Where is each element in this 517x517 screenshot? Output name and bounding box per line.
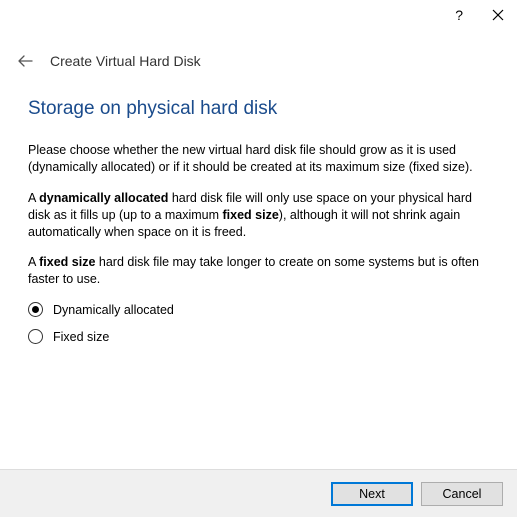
radio-group: Dynamically allocated Fixed size bbox=[28, 302, 489, 344]
intro-paragraph: Please choose whether the new virtual ha… bbox=[28, 142, 489, 176]
radio-label: Fixed size bbox=[53, 330, 109, 344]
close-icon[interactable] bbox=[491, 8, 505, 22]
header-row: Create Virtual Hard Disk bbox=[0, 30, 517, 80]
radio-fixed-size[interactable]: Fixed size bbox=[28, 329, 489, 344]
dynamic-paragraph: A dynamically allocated hard disk file w… bbox=[28, 190, 489, 241]
footer: Next Cancel bbox=[0, 469, 517, 517]
radio-label: Dynamically allocated bbox=[53, 303, 174, 317]
page-heading: Storage on physical hard disk bbox=[28, 98, 489, 120]
next-button[interactable]: Next bbox=[331, 482, 413, 506]
content-area: Storage on physical hard disk Please cho… bbox=[0, 80, 517, 366]
radio-button-icon bbox=[28, 329, 43, 344]
back-icon[interactable] bbox=[16, 52, 34, 70]
fixed-paragraph: A fixed size hard disk file may take lon… bbox=[28, 254, 489, 288]
cancel-button[interactable]: Cancel bbox=[421, 482, 503, 506]
radio-button-icon bbox=[28, 302, 43, 317]
titlebar: ? bbox=[0, 0, 517, 30]
help-icon[interactable]: ? bbox=[455, 7, 463, 23]
radio-dynamically-allocated[interactable]: Dynamically allocated bbox=[28, 302, 489, 317]
header-title: Create Virtual Hard Disk bbox=[50, 53, 201, 69]
